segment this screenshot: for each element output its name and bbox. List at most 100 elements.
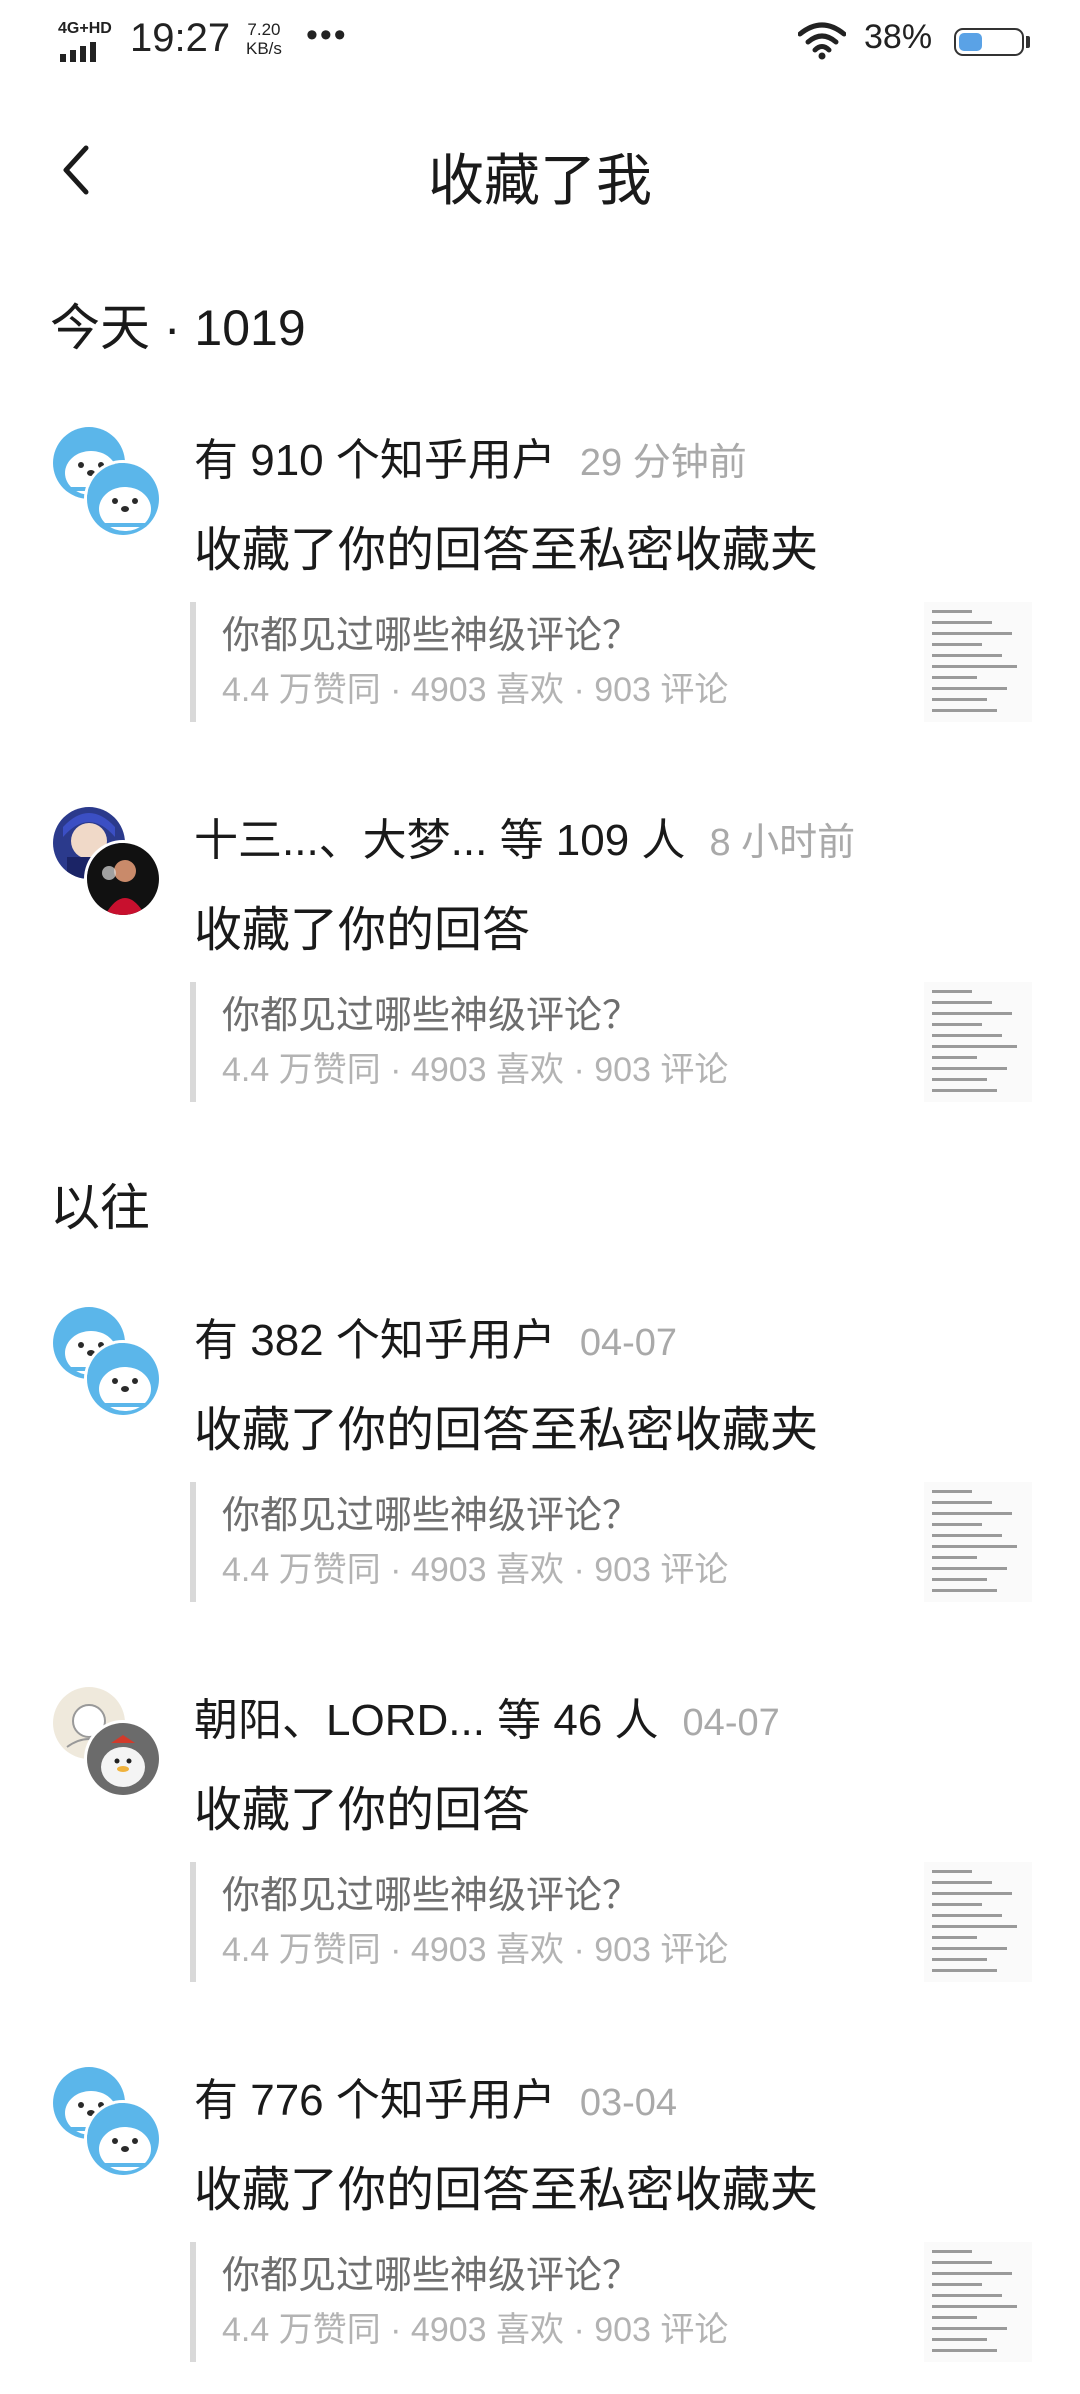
thumbnail-text-line [932,654,1002,657]
speed-unit: KB/s [246,39,282,58]
notification-actors[interactable]: 朝阳、LORD... 等 46 人 04-07 [194,1684,780,1748]
thumbnail-text-line [932,2338,987,2341]
answer-stats: 4.4 万赞同 · 4903 喜欢 · 903 评论 [222,2311,729,2349]
notification-item[interactable]: 朝阳、LORD... 等 46 人 04-07 收藏了你的回答 你都见过哪些神级评… [0,1684,1080,2014]
thumbnail-text-line [932,1545,1017,1548]
thumbnail-text-line [932,1045,1017,1048]
clock: 19:27 [130,16,231,60]
thumbnail-text-line [932,610,972,613]
thumbnail-text-line [932,1947,1007,1950]
battery-tip [1026,36,1030,48]
notification-action: 收藏了你的回答 [194,904,531,957]
notification-time: 04-07 [682,1702,780,1744]
answer-thumbnail[interactable] [924,2242,1032,2362]
actors-text[interactable]: 有 382 个知乎用户 [194,1316,556,1365]
actors-text[interactable]: 有 910 个知乎用户 [194,436,556,485]
thumbnail-text-line [932,1567,1007,1570]
notification-item[interactable]: 有 910 个知乎用户 29 分钟前 收藏了你的回答至私密收藏夹 你都见过哪些神级… [0,424,1080,754]
notification-action: 收藏了你的回答至私密收藏夹 [194,524,819,577]
quote-bar [190,602,196,722]
battery-percentage: 38% [864,18,933,56]
answer-stats: 4.4 万赞同 · 4903 喜欢 · 903 评论 [222,1051,729,1089]
user-avatar[interactable] [84,460,162,538]
thumbnail-text-line [932,687,1007,690]
more-notifications-icon: ••• [306,16,348,54]
notification-actors[interactable]: 有 382 个知乎用户 04-07 [194,1304,677,1368]
page-title: 收藏了我 [428,149,652,212]
thumbnail-text-line [932,1512,1012,1515]
answer-stats: 4.4 万赞同 · 4903 喜欢 · 903 评论 [222,1931,729,1969]
thumbnail-text-line [932,2283,982,2286]
answer-thumbnail[interactable] [924,982,1032,1102]
thumbnail-text-line [932,1969,997,1972]
user-avatar[interactable] [84,1340,162,1418]
thumbnail-text-line [932,1078,987,1081]
notification-actors[interactable]: 有 776 个知乎用户 03-04 [194,2064,677,2128]
thumbnail-text-line [932,1903,982,1906]
answer-thumbnail[interactable] [924,602,1032,722]
notification-actors[interactable]: 有 910 个知乎用户 29 分钟前 [194,424,747,488]
thumbnail-text-line [932,990,972,993]
thumbnail-text-line [932,2316,977,2319]
notification-action: 收藏了你的回答 [194,1784,531,1837]
notification-time: 29 分钟前 [579,442,747,484]
thumbnail-text-line [932,698,987,701]
thumbnail-text-line [932,1501,992,1504]
signal-bars-icon [60,40,106,62]
network-speed: 7.20 KB/s [246,20,282,58]
speed-value: 7.20 [247,20,281,39]
question-title[interactable]: 你都见过哪些神级评论？ [222,2244,640,2299]
thumbnail-text-line [932,1012,1012,1015]
question-title[interactable]: 你都见过哪些神级评论？ [222,1864,640,1919]
actors-text[interactable]: 十三...、大梦... 等 109 人 [194,816,685,865]
notification-item[interactable]: 十三...、大梦... 等 109 人 8 小时前 收藏了你的回答 你都见过哪些神… [0,804,1080,1134]
thumbnail-text-line [932,2349,997,2352]
thumbnail-text-line [932,2327,1007,2330]
thumbnail-text-line [932,1534,1002,1537]
quote-bar [190,1862,196,1982]
thumbnail-text-line [932,632,1012,635]
notification-item[interactable]: 有 776 个知乎用户 03-04 收藏了你的回答至私密收藏夹 你都见过哪些神级评… [0,2064,1080,2394]
quote-bar [190,1482,196,1602]
thumbnail-text-line [932,2272,1012,2275]
answer-thumbnail[interactable] [924,1862,1032,1982]
status-bar: 4G+HD 19:27 7.20 KB/s ••• 38% [0,0,1080,84]
thumbnail-text-line [932,1089,997,1092]
actors-text[interactable]: 有 776 个知乎用户 [194,2076,556,2125]
thumbnail-text-line [932,1556,977,1559]
notification-item[interactable]: 有 382 个知乎用户 04-07 收藏了你的回答至私密收藏夹 你都见过哪些神级评… [0,1304,1080,1634]
notification-actors[interactable]: 十三...、大梦... 等 109 人 8 小时前 [194,804,855,868]
thumbnail-text-line [932,676,977,679]
thumbnail-text-line [932,2294,1002,2297]
thumbnail-text-line [932,1001,992,1004]
thumbnail-text-line [932,1034,1002,1037]
thumbnail-text-line [932,1490,972,1493]
question-title[interactable]: 你都见过哪些神级评论？ [222,604,640,659]
thumbnail-text-line [932,1056,977,1059]
thumbnail-text-line [932,1881,992,1884]
thumbnail-text-line [932,1523,982,1526]
user-avatar[interactable] [84,2100,162,2178]
answer-thumbnail[interactable] [924,1482,1032,1602]
thumbnail-text-line [932,709,997,712]
thumbnail-text-line [932,1892,1012,1895]
question-title[interactable]: 你都见过哪些神级评论？ [222,984,640,1039]
user-avatar[interactable] [84,840,162,918]
question-title[interactable]: 你都见过哪些神级评论？ [222,1484,640,1539]
thumbnail-text-line [932,1067,1007,1070]
actors-text[interactable]: 朝阳、LORD... 等 46 人 [194,1696,659,1745]
thumbnail-text-line [932,2250,972,2253]
thumbnail-text-line [932,621,992,624]
thumbnail-text-line [932,1925,1017,1928]
quote-bar [190,982,196,1102]
answer-stats: 4.4 万赞同 · 4903 喜欢 · 903 评论 [222,1551,729,1589]
notification-time: 03-04 [579,2082,678,2124]
section-header-past: 以往 [50,1180,150,1236]
thumbnail-text-line [932,1023,982,1026]
notification-time: 8 小时前 [709,822,856,864]
user-avatar[interactable] [84,1720,162,1798]
answer-stats: 4.4 万赞同 · 4903 喜欢 · 903 评论 [222,671,729,709]
notification-time: 04-07 [579,1322,678,1364]
thumbnail-text-line [932,2261,992,2264]
section-header-today: 今天 · 1019 [50,300,306,356]
